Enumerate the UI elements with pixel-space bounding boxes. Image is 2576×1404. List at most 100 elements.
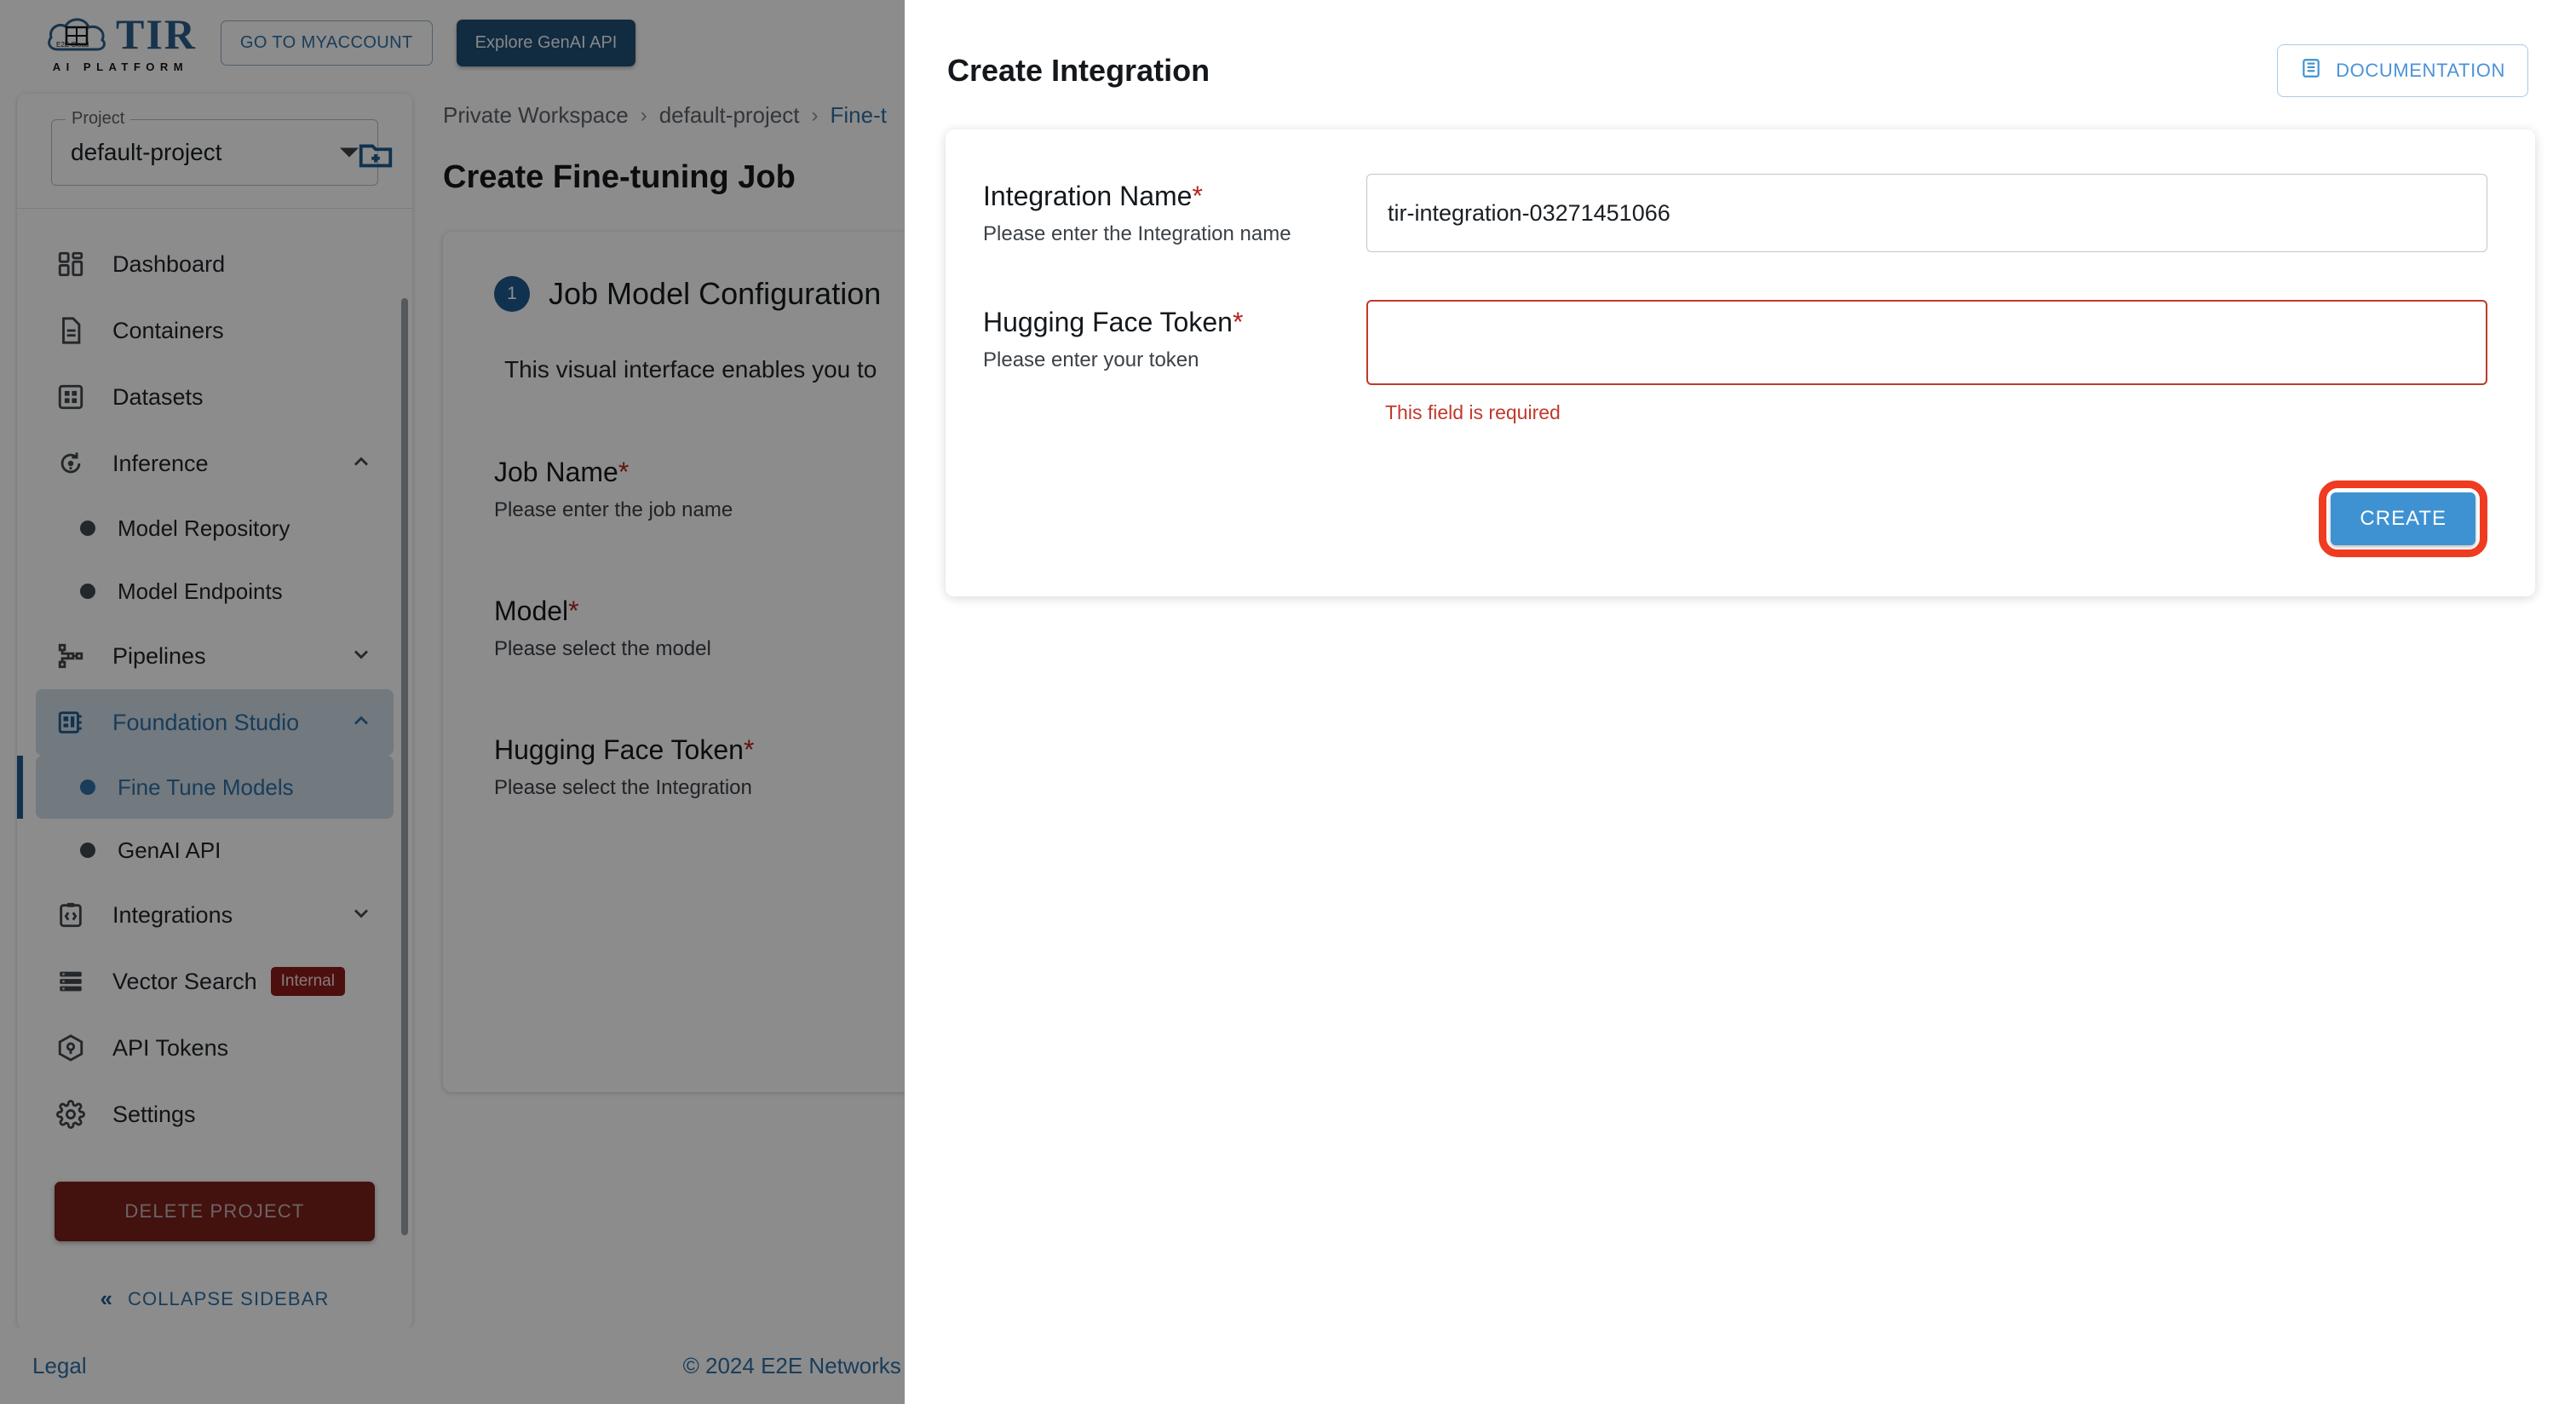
explore-genai-api-button[interactable]: Explore GenAI API: [456, 19, 636, 66]
breadcrumb-separator: ›: [640, 103, 647, 127]
breadcrumb-current[interactable]: Fine-t: [830, 102, 886, 129]
field-label-text: Job Name: [494, 457, 618, 487]
delete-project-button[interactable]: DELETE PROJECT: [55, 1182, 375, 1241]
integration-name-input[interactable]: [1366, 174, 2487, 252]
sidebar-item-label: Model Repository: [118, 515, 290, 541]
hugging-face-token-input-wrap: This field is required: [1366, 300, 2487, 424]
chevron-down-icon: [349, 642, 373, 670]
documentation-label: DOCUMENTATION: [2336, 60, 2505, 81]
sidebar-item-label: Datasets: [112, 383, 204, 410]
sidebar-item-label: Settings: [112, 1101, 196, 1127]
sidebar-item-dashboard[interactable]: Dashboard: [36, 231, 394, 297]
copyright-text: © 2024 E2E Networks: [682, 1352, 901, 1378]
sidebar: Project default-project Dashboard Contai…: [17, 94, 412, 1329]
brand-logo: E2E Cloud TIR AI PLATFORM: [44, 12, 197, 73]
bullet-icon: [80, 584, 95, 599]
sidebar-item-fine-tune-models[interactable]: Fine Tune Models: [17, 756, 394, 819]
hugging-face-token-error: This field is required: [1385, 401, 1561, 423]
vector-search-icon: [51, 967, 90, 996]
hugging-face-token-label: Hugging Face Token*: [983, 307, 1366, 338]
integration-name-help: Please enter the Integration name: [983, 222, 1291, 245]
sidebar-item-label: Containers: [112, 317, 224, 343]
gear-icon: [51, 1100, 90, 1129]
project-value: default-project: [71, 139, 222, 165]
integration-name-input-wrap: [1366, 174, 2487, 252]
bullet-icon: [80, 521, 95, 536]
integration-name-label: Integration Name*: [983, 181, 1366, 212]
sidebar-item-label: Inference: [112, 450, 209, 476]
sidebar-item-label: Integrations: [112, 901, 233, 928]
sidebar-item-settings[interactable]: Settings: [36, 1081, 394, 1148]
hugging-face-token-row: Hugging Face Token* Please enter your to…: [983, 300, 2487, 424]
inference-icon: [51, 449, 90, 478]
api-tokens-icon: [51, 1033, 90, 1062]
integrations-icon: [51, 901, 90, 929]
sidebar-scrollbar[interactable]: [401, 298, 408, 1235]
document-lines-icon: [2300, 57, 2322, 84]
hugging-face-token-input[interactable]: [1366, 300, 2487, 385]
create-integration-form-card: Integration Name* Please enter the Integ…: [946, 129, 2535, 596]
sidebar-item-model-endpoints[interactable]: Model Endpoints: [36, 560, 394, 623]
breadcrumb-project[interactable]: default-project: [659, 102, 800, 129]
breadcrumb-workspace[interactable]: Private Workspace: [443, 102, 629, 129]
chevron-up-icon: [349, 709, 373, 737]
e2e-cloud-logo-icon: E2E Cloud: [44, 12, 109, 56]
required-marker: *: [1192, 181, 1203, 211]
sidebar-item-model-repository[interactable]: Model Repository: [36, 497, 394, 560]
new-folder-icon[interactable]: [356, 135, 395, 174]
create-button[interactable]: CREATE: [2331, 492, 2475, 545]
modal-header: Create Integration DOCUMENTATION: [905, 0, 2576, 97]
field-label-text: Hugging Face Token: [983, 307, 1233, 337]
go-to-myaccount-button[interactable]: GO TO MYACCOUNT: [220, 20, 433, 66]
sidebar-item-containers[interactable]: Containers: [36, 297, 394, 364]
chevron-up-icon: [349, 450, 373, 478]
field-label-text: Model: [494, 596, 569, 626]
grid-icon: [51, 383, 90, 411]
sidebar-item-genai-api[interactable]: GenAI API: [36, 819, 394, 882]
project-selector-section: Project default-project: [17, 94, 412, 208]
sidebar-item-inference[interactable]: Inference: [36, 430, 394, 497]
required-marker: *: [1232, 307, 1244, 337]
sidebar-item-foundation-studio[interactable]: Foundation Studio: [36, 689, 394, 756]
chevron-double-left-icon: «: [100, 1286, 112, 1311]
sidebar-item-label: API Tokens: [112, 1034, 229, 1061]
sidebar-item-datasets[interactable]: Datasets: [36, 364, 394, 430]
status-badge-internal: Internal: [270, 967, 345, 996]
field-label-text: Integration Name: [983, 181, 1193, 211]
sidebar-item-label: Dashboard: [112, 250, 226, 277]
bullet-icon: [80, 843, 95, 858]
sidebar-item-label: Model Endpoints: [118, 578, 283, 604]
sidebar-footer-actions: DELETE PROJECT « COLLAPSE SIDEBAR: [17, 1148, 412, 1312]
documentation-button[interactable]: DOCUMENTATION: [2277, 44, 2528, 97]
dashboard-icon: [51, 250, 90, 279]
pipelines-icon: [51, 642, 90, 670]
sidebar-item-label: Vector Search: [112, 968, 257, 994]
document-icon: [51, 316, 90, 345]
sidebar-nav-list: Dashboard Containers Datasets Inference …: [17, 209, 412, 1148]
create-integration-panel: Create Integration DOCUMENTATION Integra…: [905, 0, 2576, 1404]
required-marker: *: [568, 596, 579, 626]
foundation-studio-icon: [51, 708, 90, 737]
brand-name: TIR: [116, 10, 197, 58]
breadcrumb-separator: ›: [811, 103, 819, 127]
field-label-text: Hugging Face Token: [494, 734, 744, 765]
hugging-face-token-help: Please enter your token: [983, 348, 1199, 371]
project-select[interactable]: Project default-project: [51, 109, 378, 186]
sidebar-item-label: Fine Tune Models: [118, 774, 294, 800]
sidebar-item-pipelines[interactable]: Pipelines: [36, 623, 394, 689]
sidebar-item-api-tokens[interactable]: API Tokens: [36, 1015, 394, 1081]
collapse-sidebar-label: COLLAPSE SIDEBAR: [128, 1287, 330, 1309]
sidebar-item-integrations[interactable]: Integrations: [36, 882, 394, 948]
brand-tagline: AI PLATFORM: [52, 60, 189, 73]
legal-link[interactable]: Legal: [32, 1353, 87, 1379]
required-marker: *: [743, 734, 755, 765]
modal-title: Create Integration: [947, 53, 1210, 88]
integration-name-row: Integration Name* Please enter the Integ…: [983, 174, 2487, 252]
collapse-sidebar-button[interactable]: « COLLAPSE SIDEBAR: [55, 1286, 375, 1312]
sidebar-item-label: Foundation Studio: [112, 709, 300, 735]
sidebar-item-vector-search[interactable]: Vector Search Internal: [36, 948, 394, 1015]
project-label: Project: [66, 109, 131, 129]
step-title: Job Model Configuration: [549, 276, 882, 311]
create-button-highlight: CREATE: [2319, 480, 2487, 557]
hugging-face-token-label-group: Hugging Face Token* Please enter your to…: [983, 300, 1366, 372]
